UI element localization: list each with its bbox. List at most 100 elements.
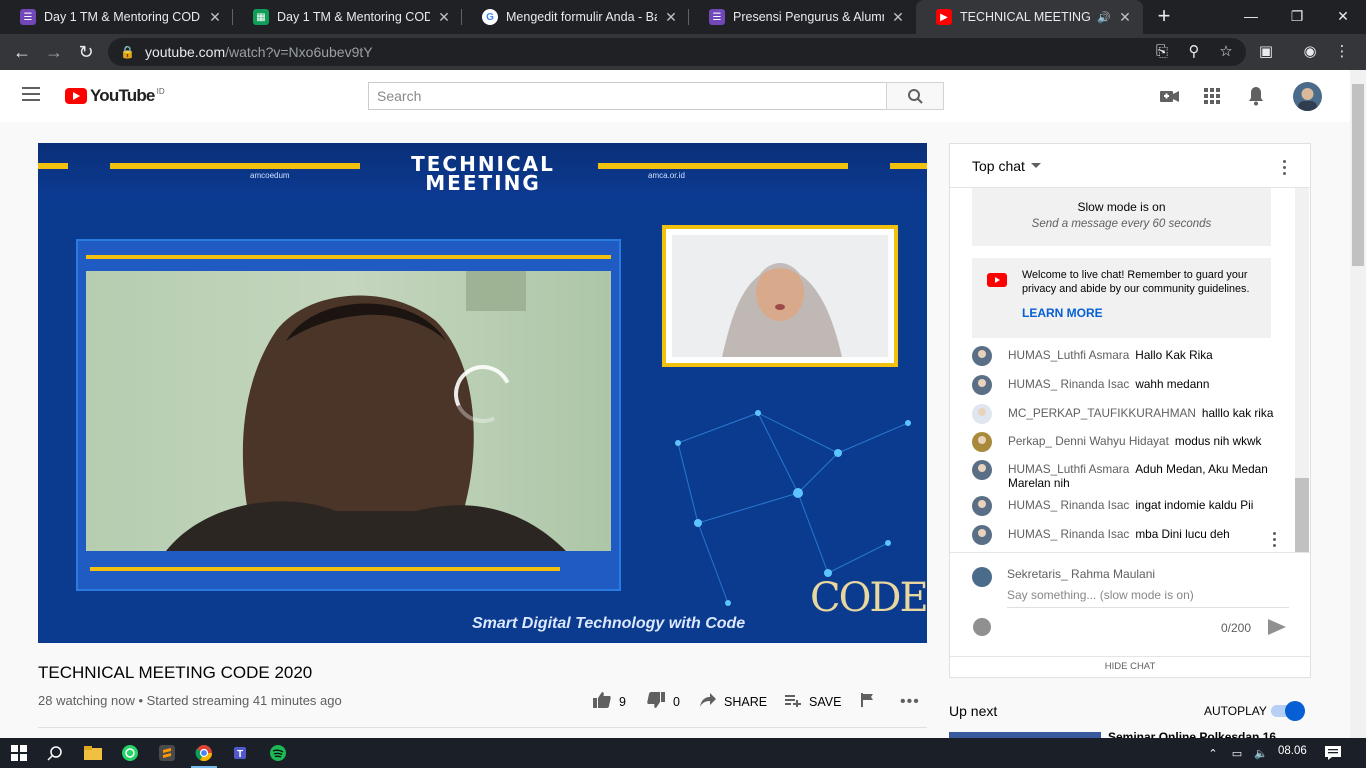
notifications-bell-icon[interactable]	[1244, 84, 1268, 108]
guest-frame	[662, 225, 898, 367]
avatar	[972, 567, 992, 587]
avatar	[972, 525, 992, 545]
menu-kebab-icon[interactable]: ⋮	[1330, 40, 1354, 64]
up-next-heading: Up next	[949, 703, 998, 719]
extension-icon[interactable]: ▣	[1254, 40, 1278, 64]
minimize-button[interactable]: —	[1228, 0, 1274, 34]
save-button[interactable]: SAVE	[785, 692, 841, 712]
autoplay-toggle[interactable]	[1271, 701, 1305, 721]
like-button[interactable]: 9	[593, 692, 626, 712]
dislike-button[interactable]: 0	[647, 692, 680, 712]
message-text: wahh medann	[1135, 377, 1210, 391]
network-icon[interactable]: ▭	[1224, 741, 1250, 765]
profile-icon[interactable]: ◉	[1298, 40, 1322, 64]
flag-icon	[861, 693, 875, 711]
emoji-icon[interactable]	[973, 618, 991, 636]
close-window-button[interactable]: ✕	[1320, 0, 1366, 34]
slow-mode-title: Slow mode is on	[1077, 200, 1166, 214]
chat-scrollbar-thumb[interactable]	[1295, 478, 1309, 552]
spotify-icon[interactable]	[265, 741, 291, 765]
report-flag-button[interactable]	[861, 692, 883, 712]
translate-icon[interactable]: ⎘	[1150, 40, 1174, 64]
zoom-icon[interactable]: ⚲	[1182, 40, 1206, 64]
teams-icon[interactable]: T	[228, 741, 254, 765]
playlist-add-icon	[785, 693, 801, 711]
avatar	[972, 346, 992, 366]
share-label: SHARE	[724, 695, 768, 709]
bookmark-star-icon[interactable]: ☆	[1214, 40, 1238, 64]
browser-tab-2[interactable]: ▦ Day 1 TM & Mentoring CODE 2 ✕	[233, 0, 462, 34]
tab-title: Presensi Pengurus & Alumni AI	[733, 10, 884, 24]
thumbs-up-icon	[593, 692, 611, 712]
message-menu-icon[interactable]	[1273, 532, 1277, 550]
close-icon[interactable]: ✕	[207, 9, 223, 26]
close-icon[interactable]: ✕	[436, 9, 452, 26]
forward-icon[interactable]: →	[42, 40, 66, 64]
message-text: halllo kak rika	[1201, 406, 1274, 420]
youtube-icon	[987, 273, 1007, 287]
welcome-banner: Welcome to live chat! Remember to guard …	[972, 258, 1271, 338]
maximize-button[interactable]: ❐	[1274, 0, 1320, 34]
more-actions-button[interactable]: •••	[900, 692, 920, 712]
search-icon[interactable]	[42, 741, 68, 765]
whatsapp-icon[interactable]	[117, 741, 143, 765]
tab-title: Day 1 TM & Mentoring CODE 2	[44, 10, 201, 24]
hamburger-menu-icon[interactable]	[22, 87, 40, 105]
chat-mode-dropdown[interactable]: Top chat	[950, 144, 1310, 188]
avatar	[972, 460, 992, 480]
browser-tab-5[interactable]: ▶ TECHNICAL MEETING COD 🔊 ✕	[916, 0, 1143, 34]
lock-icon: 🔒	[120, 45, 135, 59]
back-icon[interactable]: ←	[10, 40, 34, 64]
message-text: modus nih wkwk	[1174, 434, 1262, 448]
account-avatar[interactable]	[1293, 82, 1322, 111]
chat-menu-icon[interactable]	[1283, 160, 1287, 178]
create-video-icon[interactable]	[1158, 84, 1182, 108]
divider	[38, 727, 927, 728]
live-chat-panel: Top chat Slow mode is on Send a message …	[949, 143, 1311, 678]
search-icon	[908, 89, 923, 104]
new-tab-button[interactable]: +	[1152, 5, 1176, 29]
hide-chat-button[interactable]: HIDE CHAT	[950, 656, 1310, 678]
sponsor-right-text: amca.or.id	[648, 171, 685, 180]
browser-tab-bar: ☰ Day 1 TM & Mentoring CODE 2 ✕ ▦ Day 1 …	[0, 0, 1366, 34]
message-author: HUMAS_Luthfi Asmara	[1008, 462, 1130, 476]
volume-icon[interactable]: 🔈	[1248, 741, 1274, 765]
audio-playing-icon[interactable]: 🔊	[1097, 11, 1111, 24]
sublime-icon[interactable]	[154, 741, 180, 765]
windows-start-icon[interactable]	[6, 741, 32, 765]
close-icon[interactable]: ✕	[890, 9, 906, 26]
browser-tab-3[interactable]: G Mengedit formulir Anda - Bant ✕	[462, 0, 689, 34]
sponsor-left-text: amcoedum	[250, 171, 290, 180]
close-icon[interactable]: ✕	[663, 9, 679, 26]
dislike-count: 0	[673, 695, 680, 709]
guest-camera-feed	[672, 235, 888, 357]
url-bar[interactable]: 🔒 youtube.com/watch?v=Nxo6ubev9tY	[108, 38, 1246, 66]
send-icon[interactable]	[1268, 619, 1286, 635]
browser-tab-4[interactable]: ☰ Presensi Pengurus & Alumni AI ✕	[689, 0, 916, 34]
close-icon[interactable]: ✕	[1117, 9, 1133, 26]
chat-input[interactable]: Say something... (slow mode is on)	[1007, 588, 1194, 602]
address-toolbar: ← → ↻ 🔒 youtube.com/watch?v=Nxo6ubev9tY …	[0, 34, 1366, 70]
video-player[interactable]: amcoedum amca.or.id TECHNICAL MEETING Sm…	[38, 143, 927, 643]
page-scrollbar[interactable]	[1350, 70, 1366, 738]
code-brand-logo: CODE	[810, 575, 927, 621]
search-button[interactable]	[886, 82, 944, 110]
system-tray-chevron-icon[interactable]: ⌃	[1200, 741, 1226, 765]
reload-icon[interactable]: ↻	[74, 40, 98, 64]
notifications-icon[interactable]	[1320, 741, 1346, 765]
youtube-logo[interactable]: YouTube ID	[65, 86, 165, 106]
youtube-play-icon	[65, 88, 87, 104]
file-explorer-icon[interactable]	[80, 741, 106, 765]
share-button[interactable]: SHARE	[700, 692, 767, 712]
slow-mode-banner: Slow mode is on Send a message every 60 …	[972, 188, 1271, 246]
url-host: youtube.com	[144, 44, 226, 60]
message-author: HUMAS_ Rinanda Isac	[1008, 377, 1130, 391]
taskbar-clock: 08.06	[1278, 745, 1307, 757]
presenter-camera-feed	[86, 271, 611, 551]
learn-more-link[interactable]: LEARN MORE	[1022, 306, 1103, 320]
search-input[interactable]: Search	[368, 82, 887, 110]
message-author: Perkap_ Denni Wahyu Hidayat	[1008, 434, 1169, 448]
apps-grid-icon[interactable]	[1200, 84, 1224, 108]
chrome-icon[interactable]	[191, 741, 217, 768]
browser-tab-1[interactable]: ☰ Day 1 TM & Mentoring CODE 2 ✕	[0, 0, 233, 34]
